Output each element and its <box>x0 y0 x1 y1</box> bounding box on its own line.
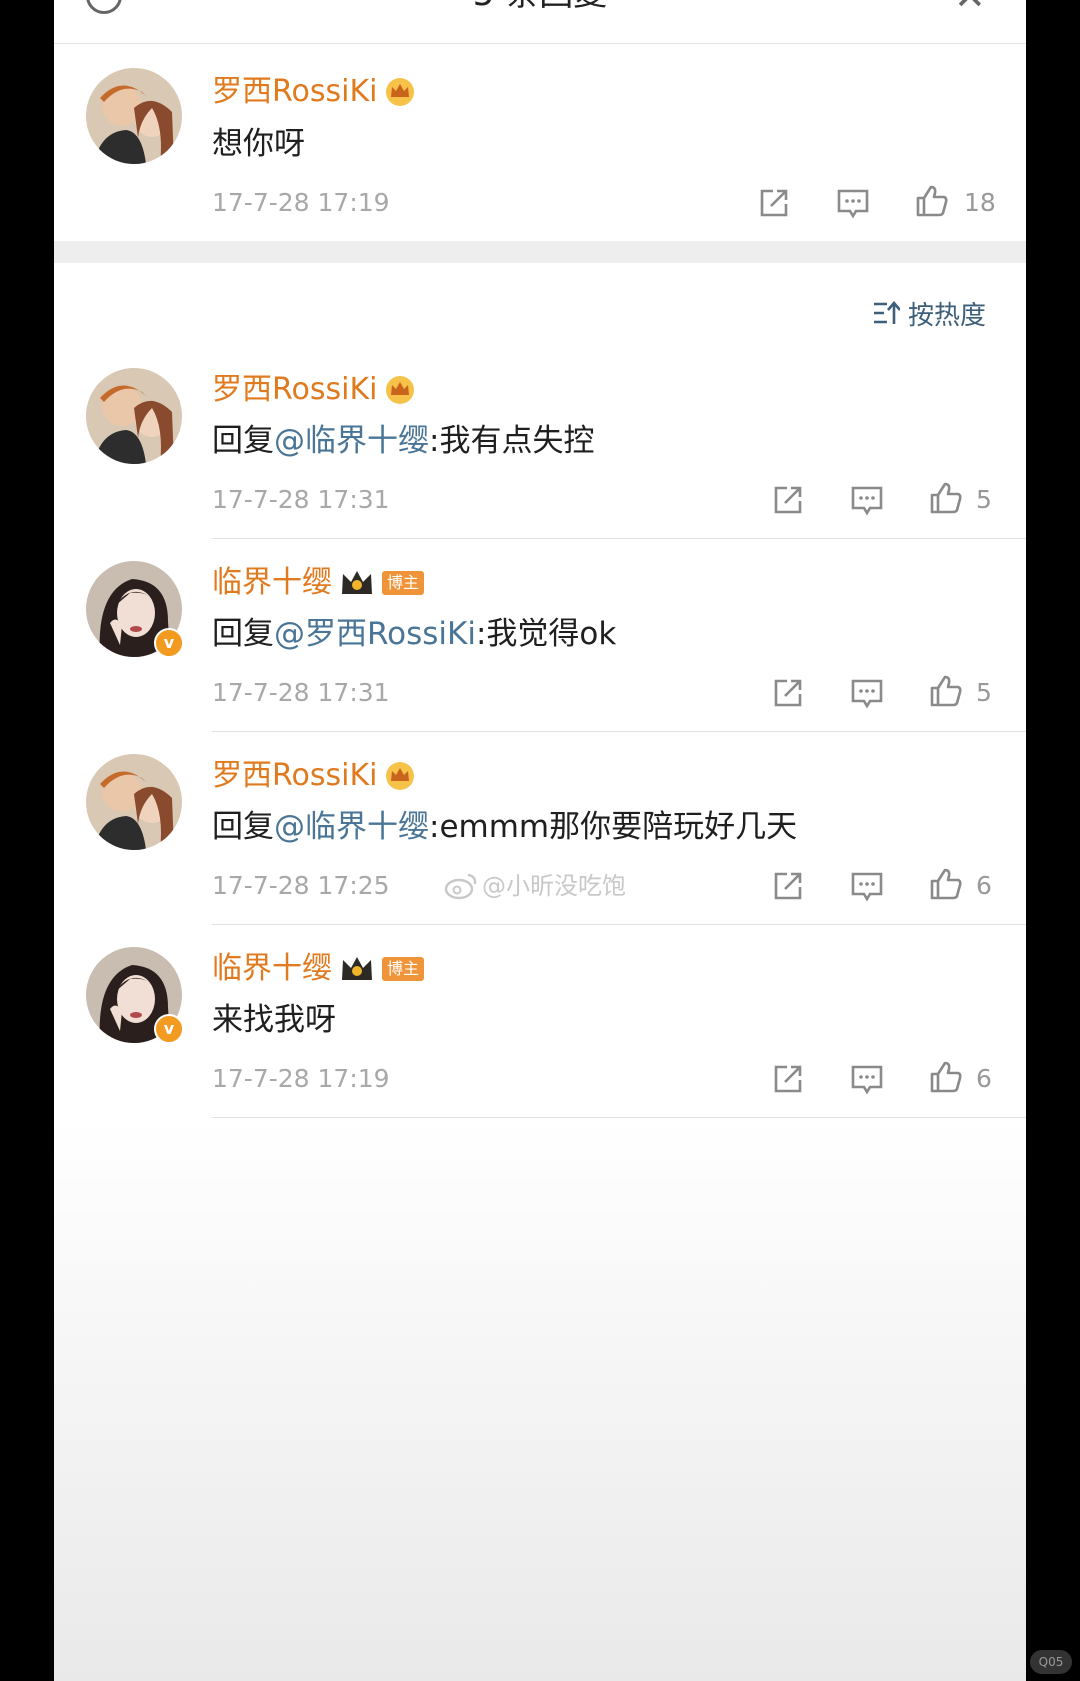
comment-icon[interactable] <box>836 186 870 220</box>
comment-text: 想你呀 <box>212 126 305 162</box>
comment-text: 回复@临界十缨:emmm那你要陪玩好几天 <box>212 806 797 848</box>
watermark-text: @小昕没吃饱 <box>482 872 626 900</box>
share-icon[interactable] <box>771 676 805 710</box>
share-icon[interactable] <box>771 1062 805 1096</box>
crown-icon <box>342 571 372 594</box>
divider <box>212 731 1026 732</box>
share-icon[interactable] <box>771 483 805 517</box>
like-icon[interactable] <box>929 867 963 901</box>
comment-text: 来找我呀 <box>212 1002 336 1038</box>
crown-icon <box>386 78 415 106</box>
username[interactable]: 临界十缨 博主 <box>212 949 425 989</box>
panel-bottom-fade <box>54 1120 1026 1681</box>
header: 5 条回复 ✕ <box>54 0 1026 44</box>
timestamp: 17-7-28 17:19 <box>212 1064 390 1093</box>
username[interactable]: 罗西RossiKi <box>212 370 415 410</box>
reply-body: :我觉得ok <box>475 616 617 652</box>
reply-prefix: 回复 <box>212 423 274 459</box>
username-text: 临界十缨 <box>212 951 332 986</box>
like-count: 6 <box>976 871 992 900</box>
like-count: 6 <box>976 1064 992 1093</box>
crown-icon <box>386 376 415 404</box>
username[interactable]: 罗西RossiKi <box>212 72 415 112</box>
crown-icon <box>342 957 372 980</box>
blogger-tag: 博主 <box>382 571 425 595</box>
like-icon[interactable] <box>929 1060 963 1094</box>
comment-icon[interactable] <box>850 869 884 903</box>
timestamp: 17-7-28 17:31 <box>212 485 390 514</box>
share-icon[interactable] <box>757 186 791 220</box>
sort-toggle[interactable]: 按热度 <box>872 296 987 331</box>
comment-icon[interactable] <box>850 676 884 710</box>
verified-badge: v <box>154 628 184 658</box>
mention-link[interactable]: @临界十缨 <box>274 423 429 459</box>
like-icon[interactable] <box>929 674 963 708</box>
like-count: 5 <box>976 678 992 707</box>
avatar[interactable] <box>86 368 182 464</box>
divider <box>212 924 1026 925</box>
like-count: 18 <box>964 188 996 217</box>
divider <box>212 1117 1026 1118</box>
username[interactable]: 罗西RossiKi <box>212 756 415 796</box>
crown-icon <box>386 762 415 790</box>
timestamp: 17-7-28 17:25 <box>212 871 390 900</box>
sort-icon <box>874 301 900 324</box>
section-separator <box>54 241 1026 263</box>
close-icon[interactable]: ✕ <box>954 0 986 16</box>
comment-icon[interactable] <box>850 483 884 517</box>
reply-body: :emmm那你要陪玩好几天 <box>429 809 798 845</box>
blogger-tag: 博主 <box>382 957 425 981</box>
username-text: 罗西RossiKi <box>212 74 378 109</box>
weibo-logo-icon <box>444 873 477 900</box>
like-count: 5 <box>976 485 992 514</box>
mention-link[interactable]: @罗西RossiKi <box>274 616 476 652</box>
divider <box>212 538 1026 539</box>
corner-badge: Q05 <box>1030 1650 1072 1674</box>
like-icon[interactable] <box>929 481 963 515</box>
verified-badge: v <box>154 1014 184 1044</box>
timestamp: 17-7-28 17:31 <box>212 678 390 707</box>
comment-text: 回复@临界十缨:我有点失控 <box>212 420 594 462</box>
comment-icon[interactable] <box>850 1062 884 1096</box>
comments-panel: 5 条回复 ✕ 罗西RossiKi 想你呀 17-7-28 17:19 <box>54 0 1026 1681</box>
reply-prefix: 回复 <box>212 616 274 652</box>
avatar[interactable] <box>86 754 182 850</box>
share-icon[interactable] <box>771 869 805 903</box>
like-icon[interactable] <box>915 184 949 218</box>
sort-label: 按热度 <box>908 300 987 331</box>
reply-prefix: 回复 <box>212 809 274 845</box>
username-text: 罗西RossiKi <box>212 758 378 793</box>
timestamp: 17-7-28 17:19 <box>212 188 390 217</box>
reply-body: :我有点失控 <box>429 423 595 459</box>
comment-text: 回复@罗西RossiKi:我觉得ok <box>212 613 616 655</box>
username-text: 临界十缨 <box>212 565 332 600</box>
mention-link[interactable]: @临界十缨 <box>274 809 429 845</box>
watermark: @小昕没吃饱 <box>444 869 626 903</box>
page-title: 5 条回复 <box>54 0 1026 14</box>
username[interactable]: 临界十缨 博主 <box>212 563 425 603</box>
username-text: 罗西RossiKi <box>212 372 378 407</box>
avatar[interactable] <box>86 68 182 164</box>
